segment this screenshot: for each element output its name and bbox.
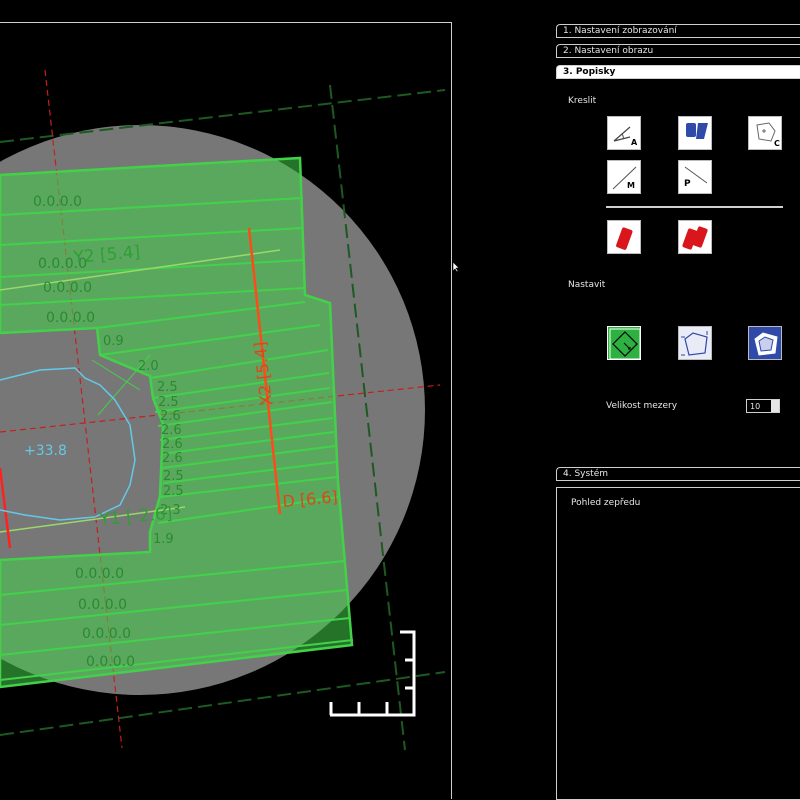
system-section: Pohled zepředu: [556, 487, 800, 800]
leaf-value: 2.5: [163, 469, 184, 484]
tool-letter: A: [631, 138, 638, 147]
tool-letter: B: [684, 137, 691, 146]
field-label: 0.0.0.0: [75, 566, 124, 582]
leaf-value: 0.9: [103, 334, 124, 349]
draw-heading: Kreslit: [568, 96, 597, 106]
leaf-value: 1.9: [153, 532, 174, 547]
viewer-canvas[interactable]: 0.0.0.0 0.0.0.0 0.0.0.0 0.0.0.0 0.0.0.0 …: [0, 22, 453, 800]
gap-size-value: 10: [750, 402, 761, 411]
leaf-value: 2.0: [138, 359, 159, 374]
red-leaves-icon: [682, 226, 708, 250]
leaf-value: 2.5: [157, 380, 178, 395]
field-label: 0.0.0.0: [82, 626, 131, 642]
contour-tool-button[interactable]: C: [748, 116, 782, 150]
leaf-value: 2.6: [162, 437, 183, 452]
tab-labels[interactable]: 3. Popisky: [556, 65, 800, 79]
field-label: 0.0.0.0: [46, 310, 95, 326]
tool-letter: M: [627, 181, 635, 190]
angle-tool-button[interactable]: A: [607, 116, 641, 150]
spinner-arrows[interactable]: [771, 400, 779, 412]
field-label: 0.0.0.0: [43, 280, 92, 296]
leaf-tool-button[interactable]: [607, 220, 641, 254]
field-label: 0.0.0.0: [86, 654, 135, 670]
measure-line-icon: [612, 166, 637, 190]
tab-image-settings[interactable]: 2. Nastavení obrazu: [556, 44, 800, 58]
fit-field-icon: [609, 328, 641, 360]
tab-display-settings[interactable]: 1. Nastavení zobrazování: [556, 24, 800, 38]
leaf-value: 2.5: [158, 395, 179, 410]
system-view-text: Pohled zepředu: [571, 498, 641, 508]
gap-size-input[interactable]: 10: [746, 399, 780, 413]
margin-fill-button[interactable]: [748, 326, 782, 360]
point-line-icon: [684, 166, 708, 184]
leaf-value: 2.6: [162, 451, 183, 466]
settings-panel: 1. Nastavení zobrazování 2. Nastavení ob…: [556, 22, 800, 800]
tools-divider: [606, 206, 783, 208]
red-leaf-icon: [616, 227, 633, 250]
leaf-value: 2.6: [160, 409, 181, 424]
image-viewer[interactable]: 0.0.0.0 0.0.0.0 0.0.0.0 0.0.0.0 0.0.0.0 …: [0, 22, 453, 800]
leaf-value: 2.6: [161, 423, 182, 438]
shape-tool-button[interactable]: B: [678, 116, 712, 150]
fit-field-button[interactable]: [607, 326, 641, 360]
gap-size-label: Velikost mezery: [606, 401, 678, 411]
measure-tool-button[interactable]: M: [607, 160, 641, 194]
leaf-value: 2.5: [163, 484, 184, 499]
field-label: 0.0.0.0: [33, 194, 82, 210]
tool-letter: P: [684, 179, 691, 189]
margin-outline-button[interactable]: [678, 326, 712, 360]
tool-letter: C: [774, 139, 780, 148]
point-tool-button[interactable]: P: [678, 160, 712, 194]
cursor-icon: [452, 261, 460, 273]
tab-system[interactable]: 4. Systém: [556, 467, 800, 481]
margin-outline-icon: [681, 331, 708, 356]
leaves-tool-button[interactable]: [678, 220, 712, 254]
dose-value: +33.8: [24, 443, 67, 459]
margin-fill-icon: [754, 332, 778, 356]
set-heading: Nastavit: [568, 280, 606, 290]
field-label: 0.0.0.0: [78, 597, 127, 613]
